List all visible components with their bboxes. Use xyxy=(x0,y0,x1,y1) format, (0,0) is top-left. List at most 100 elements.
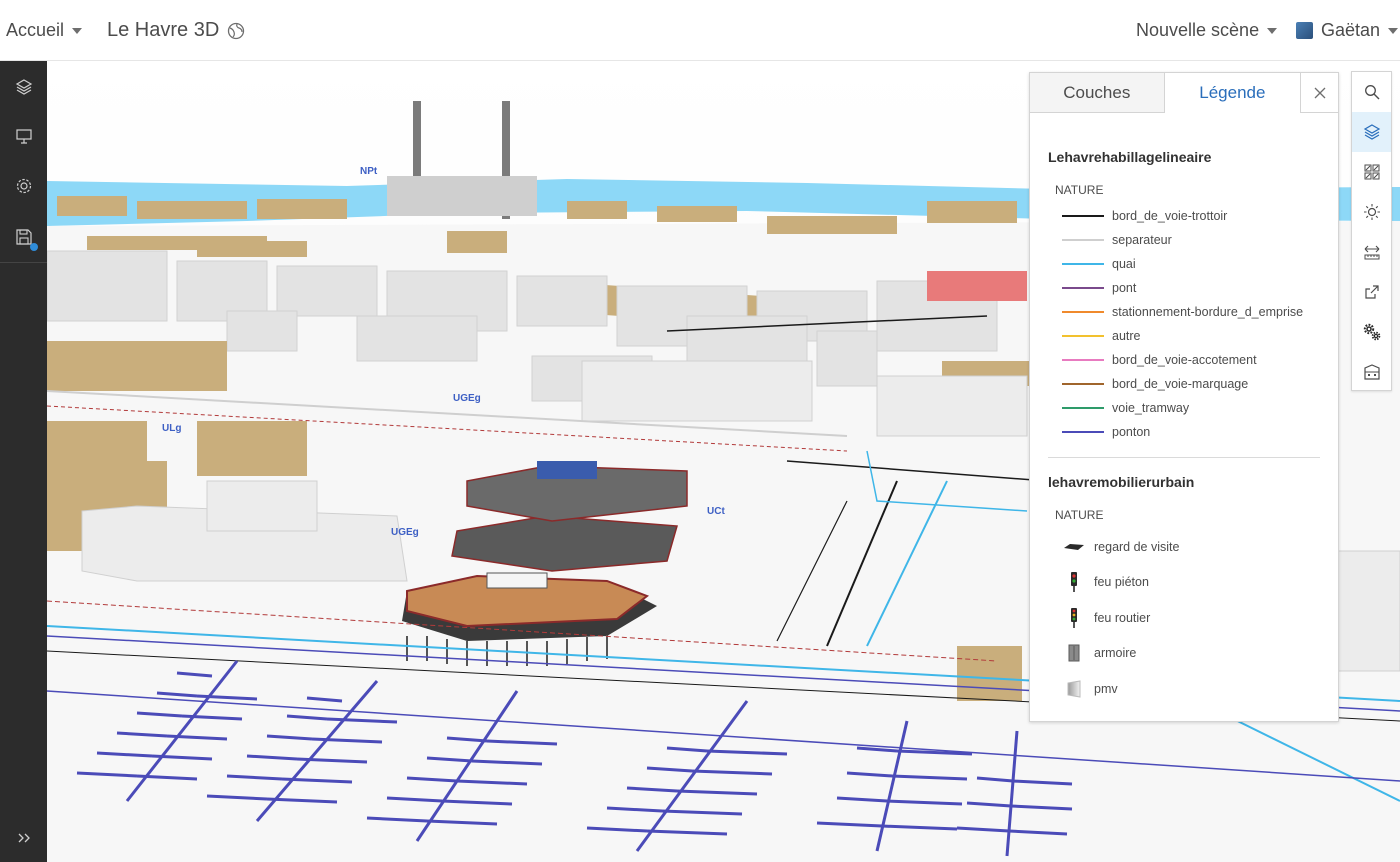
legend-item: armoire xyxy=(1062,643,1136,663)
legend-item-label: stationnement-bordure_d_emprise xyxy=(1112,305,1304,319)
legend-item: pmv xyxy=(1062,679,1118,699)
line-swatch xyxy=(1062,431,1104,433)
close-icon xyxy=(1314,87,1326,98)
share-icon xyxy=(1364,285,1379,299)
power-plant xyxy=(387,176,537,216)
presentation-button[interactable] xyxy=(0,112,47,160)
gear-icon xyxy=(16,178,31,194)
tab-layers[interactable]: Couches xyxy=(1030,73,1165,113)
expand-toolbar-button[interactable] xyxy=(0,814,47,862)
legend-layer-title: Lehavrehabillagelineaire xyxy=(1048,149,1212,165)
unsaved-indicator xyxy=(30,243,38,251)
sun-icon xyxy=(1363,204,1380,220)
line-swatch xyxy=(1062,407,1104,409)
measure-icon xyxy=(1364,245,1379,260)
cabinet-icon xyxy=(1062,641,1086,665)
save-button[interactable] xyxy=(0,213,47,261)
line-swatch xyxy=(1062,383,1104,385)
layers-legend-panel: Couches Légende Lehavrehabillagelineaire… xyxy=(1029,72,1339,722)
share-button[interactable] xyxy=(1352,272,1391,312)
app-title-group[interactable]: Le Havre 3D xyxy=(107,0,245,61)
app-title: Le Havre 3D xyxy=(107,19,220,41)
toolbar-divider xyxy=(0,262,47,263)
tab-legend[interactable]: Légende xyxy=(1164,73,1301,113)
chevron-down-icon xyxy=(1267,27,1278,34)
left-toolbar xyxy=(0,61,47,862)
legend-item: pont xyxy=(1062,278,1136,298)
chevron-down-icon xyxy=(1388,27,1399,34)
legend-item-label: feu piéton xyxy=(1094,575,1149,589)
user-menu[interactable]: Gaëtan xyxy=(1296,0,1399,61)
layers-button[interactable] xyxy=(0,63,47,111)
legend-item-label: separateur xyxy=(1112,233,1172,247)
legend-item: ponton xyxy=(1062,422,1150,442)
legend-item: regard de visite xyxy=(1062,537,1179,557)
legend-item: bord_de_voie-accotement xyxy=(1062,350,1257,370)
line-swatch xyxy=(1062,335,1104,337)
legend-field-title: NATURE xyxy=(1055,183,1104,197)
legend-item-label: pont xyxy=(1112,281,1137,295)
legend-layer-title: lehavremobilierurbain xyxy=(1048,474,1195,490)
legend-item-label: ponton xyxy=(1112,425,1151,439)
home-label: Accueil xyxy=(6,20,65,40)
line-swatch xyxy=(1062,239,1104,241)
close-panel-button[interactable] xyxy=(1300,73,1338,113)
map-label: UGEg xyxy=(453,393,481,404)
map-label: NPt xyxy=(360,166,378,177)
red-zone xyxy=(927,271,1027,301)
avatar xyxy=(1296,22,1313,39)
home-menu[interactable]: Accueil xyxy=(6,0,83,61)
presentation-icon xyxy=(15,129,32,144)
save-icon xyxy=(15,229,32,245)
line-swatch xyxy=(1062,311,1104,313)
new-scene-label: Nouvelle scène xyxy=(1136,20,1260,40)
map-label: ULg xyxy=(162,423,181,434)
scene-settings-button[interactable] xyxy=(1352,312,1391,352)
legend-field-title: NATURE xyxy=(1055,508,1104,522)
legend-divider xyxy=(1048,457,1320,458)
line-swatch xyxy=(1062,215,1104,217)
app-header: Accueil Le Havre 3D Nouvelle scène Gaëta… xyxy=(0,0,1400,61)
legend-item-label: armoire xyxy=(1094,646,1137,660)
basemap-gallery-icon xyxy=(1364,164,1379,180)
building-icon xyxy=(1363,364,1380,380)
basemap-gallery-button[interactable] xyxy=(1352,152,1391,192)
legend-item: bord_de_voie-trottoir xyxy=(1062,206,1227,226)
map-label: UCt xyxy=(707,506,725,517)
daylight-button[interactable] xyxy=(1352,192,1391,232)
legend-item-label: quai xyxy=(1112,257,1136,271)
legend-item-label: bord_de_voie-marquage xyxy=(1112,377,1249,391)
new-scene-menu[interactable]: Nouvelle scène xyxy=(1136,0,1278,61)
layers-legend-button[interactable] xyxy=(1352,112,1391,152)
map-label: UGEg xyxy=(391,527,419,538)
settings-button[interactable] xyxy=(0,162,47,210)
line-swatch xyxy=(1062,359,1104,361)
legend-item: feu routier xyxy=(1062,608,1150,628)
line-swatch xyxy=(1062,287,1104,289)
legend-item: stationnement-bordure_d_emprise xyxy=(1062,302,1303,322)
legend-item: autre xyxy=(1062,326,1141,346)
legend-item-label: bord_de_voie-trottoir xyxy=(1112,209,1228,223)
legend-item: quai xyxy=(1062,254,1136,274)
chevron-down-icon xyxy=(72,27,83,34)
traffic-light-icon xyxy=(1062,606,1086,630)
legend-item-label: feu routier xyxy=(1094,611,1151,625)
pedestrian-light-icon xyxy=(1062,570,1086,594)
right-toolbar xyxy=(1351,71,1392,391)
legend-item-label: regard de visite xyxy=(1094,540,1180,554)
legend-item-label: voie_tramway xyxy=(1112,401,1190,415)
user-name: Gaëtan xyxy=(1321,20,1381,40)
panel-tabs: Couches Légende xyxy=(1030,73,1338,113)
legend-item-label: autre xyxy=(1112,329,1141,343)
manhole-icon xyxy=(1062,535,1086,559)
legend-item-label: bord_de_voie-accotement xyxy=(1112,353,1257,367)
legend-item: separateur xyxy=(1062,230,1172,250)
search-button[interactable] xyxy=(1352,72,1391,112)
measure-button[interactable] xyxy=(1352,232,1391,272)
legend-item: bord_de_voie-marquage xyxy=(1062,374,1248,394)
legend-item-label: pmv xyxy=(1094,682,1118,696)
building-explorer-button[interactable] xyxy=(1352,352,1391,392)
gears-icon xyxy=(1363,323,1380,341)
double-chevron-right-icon xyxy=(18,833,30,843)
legend-item: voie_tramway xyxy=(1062,398,1189,418)
